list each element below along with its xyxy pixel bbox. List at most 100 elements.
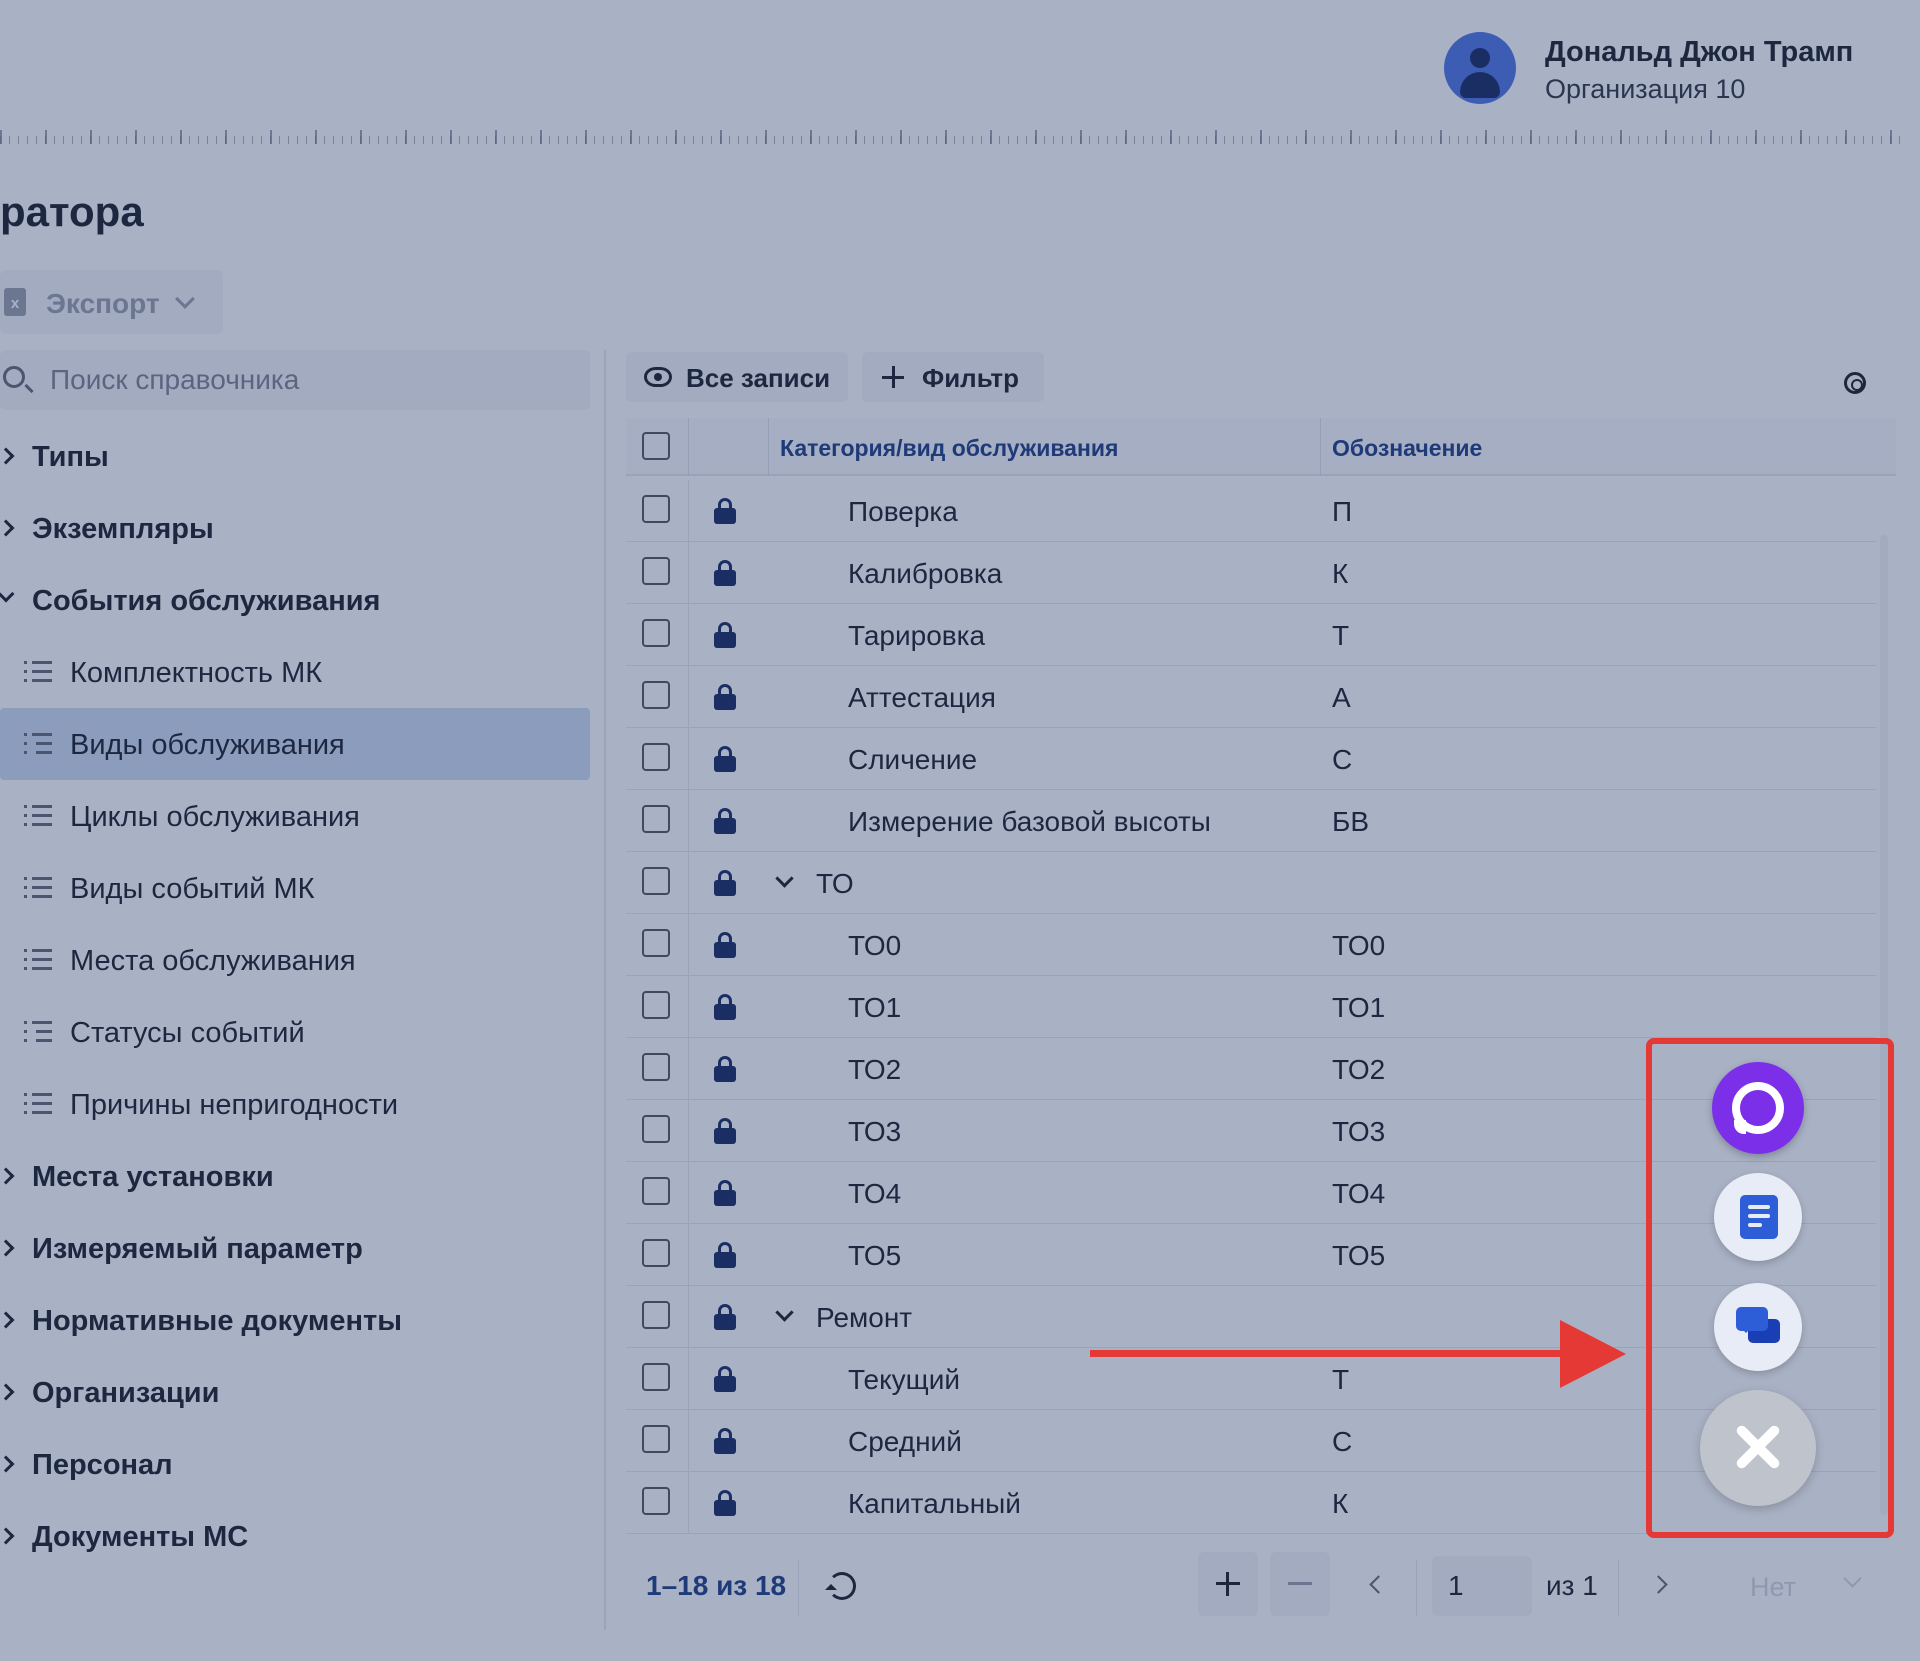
all-records-button[interactable]: Все записи: [626, 352, 848, 402]
sidebar-item-label: События обслуживания: [32, 585, 381, 617]
sidebar-item-label: Виды событий МК: [70, 873, 315, 905]
row-checkbox[interactable]: [642, 991, 670, 1019]
header: Дональд Джон Трамп Организация 10: [0, 0, 1920, 150]
sidebar-item-label: Экземпляры: [32, 513, 214, 545]
row-checkbox[interactable]: [642, 1425, 670, 1453]
row-name: ТО2: [848, 1054, 902, 1085]
row-checkbox[interactable]: [642, 1115, 670, 1143]
table-row[interactable]: Аттестация А: [626, 666, 1876, 728]
column-header-category[interactable]: Категория/вид обслуживания: [780, 435, 1118, 462]
chat-button[interactable]: [1714, 1283, 1802, 1371]
row-checkbox[interactable]: [642, 681, 670, 709]
sidebar-item-mk-completeness[interactable]: Комплектность МК: [0, 636, 590, 708]
sidebar-item-mk-event-types[interactable]: Виды событий МК: [0, 852, 590, 924]
add-filter-button[interactable]: Фильтр: [862, 352, 1044, 402]
close-menu-button[interactable]: [1700, 1390, 1816, 1506]
chevron-down-icon[interactable]: [775, 869, 794, 888]
row-checkbox[interactable]: [642, 867, 670, 895]
chevron-right-icon: [0, 1311, 15, 1329]
table-row[interactable]: Тарировка Т: [626, 604, 1876, 666]
row-code: К: [1332, 1488, 1349, 1519]
lock-icon: [714, 1118, 736, 1144]
chevron-down-icon[interactable]: [775, 1303, 794, 1322]
refresh-icon[interactable]: [825, 1572, 856, 1600]
max-messenger-button[interactable]: [1712, 1062, 1804, 1154]
row-checkbox[interactable]: [642, 1363, 670, 1391]
row-checkbox[interactable]: [642, 1239, 670, 1267]
row-checkbox[interactable]: [642, 1177, 670, 1205]
row-checkbox[interactable]: [642, 1301, 670, 1329]
row-name: Сличение: [848, 744, 978, 775]
chevron-left-icon[interactable]: [1369, 1575, 1388, 1594]
table-row-group[interactable]: ТО: [626, 852, 1876, 914]
row-code: А: [1332, 682, 1351, 713]
list-icon: [24, 805, 52, 827]
header-ruler: [0, 124, 1900, 144]
row-name: ТО5: [848, 1240, 902, 1271]
row-name: Текущий: [848, 1364, 960, 1395]
user-name: Дональд Джон Трамп: [1545, 36, 1854, 68]
sidebar-item-label: Комплектность МК: [70, 657, 323, 689]
row-name: ТО: [816, 868, 854, 899]
row-checkbox[interactable]: [642, 495, 670, 523]
row-code: ТО3: [1332, 1116, 1386, 1147]
sidebar-item-types[interactable]: Типы: [0, 420, 590, 492]
page-number-input[interactable]: [1432, 1556, 1532, 1616]
row-checkbox[interactable]: [642, 805, 670, 833]
page-size-select[interactable]: Нет: [1736, 1556, 1886, 1616]
chevron-down-icon: [0, 585, 15, 603]
table-row[interactable]: Измерение базовой высоты БВ: [626, 790, 1876, 852]
collapse-all-button[interactable]: [1270, 1552, 1330, 1616]
table-row[interactable]: Калибровка К: [626, 542, 1876, 604]
sidebar-item-personnel[interactable]: Персонал: [0, 1428, 590, 1500]
row-name: ТО1: [848, 992, 902, 1023]
table-row[interactable]: ТО0 ТО0: [626, 914, 1876, 976]
table-row[interactable]: ТО1 ТО1: [626, 976, 1876, 1038]
sidebar-item-install-places[interactable]: Места установки: [0, 1140, 590, 1212]
search-input[interactable]: [50, 360, 570, 400]
row-name: Капитальный: [848, 1488, 1021, 1519]
table-row[interactable]: Сличение С: [626, 728, 1876, 790]
sidebar-item-service-places[interactable]: Места обслуживания: [0, 924, 590, 996]
chevron-right-icon: [0, 1527, 15, 1545]
user-organization: Организация 10: [1545, 74, 1746, 104]
sidebar-item-service-events[interactable]: События обслуживания: [0, 564, 590, 636]
expand-all-button[interactable]: [1198, 1552, 1258, 1616]
row-checkbox[interactable]: [642, 557, 670, 585]
lock-icon: [714, 994, 736, 1020]
select-all-checkbox[interactable]: [642, 432, 670, 460]
lock-icon: [714, 1428, 736, 1454]
chevron-right-icon: [0, 1167, 15, 1185]
row-code: П: [1332, 496, 1353, 527]
sidebar-item-label: Виды обслуживания: [70, 729, 345, 761]
table-row[interactable]: Поверка П: [626, 480, 1876, 542]
sidebar-item-measured-param[interactable]: Измеряемый параметр: [0, 1212, 590, 1284]
row-code: ТО2: [1332, 1054, 1386, 1085]
gear-icon[interactable]: [1844, 372, 1866, 394]
user-avatar[interactable]: [1444, 32, 1516, 104]
row-checkbox[interactable]: [642, 929, 670, 957]
list-icon: [24, 661, 52, 683]
sidebar-item-label: Измеряемый параметр: [32, 1233, 363, 1265]
export-button[interactable]: x Экспорт: [0, 270, 223, 334]
lock-icon: [714, 684, 736, 710]
row-checkbox[interactable]: [642, 619, 670, 647]
row-checkbox[interactable]: [642, 1487, 670, 1515]
chevron-right-icon[interactable]: [1649, 1575, 1668, 1594]
sidebar-item-service-cycles[interactable]: Циклы обслуживания: [0, 780, 590, 852]
documentation-button[interactable]: [1714, 1173, 1802, 1261]
row-checkbox[interactable]: [642, 1053, 670, 1081]
lock-icon: [714, 1304, 736, 1330]
lock-icon: [714, 560, 736, 586]
sidebar-item-instances[interactable]: Экземпляры: [0, 492, 590, 564]
row-checkbox[interactable]: [642, 743, 670, 771]
sidebar-item-unfitness-reasons[interactable]: Причины непригодности: [0, 1068, 590, 1140]
sidebar-item-organizations[interactable]: Организации: [0, 1356, 590, 1428]
sidebar-item-event-statuses[interactable]: Статусы событий: [0, 996, 590, 1068]
column-header-code[interactable]: Обозначение: [1332, 435, 1482, 462]
row-name: ТО4: [848, 1178, 902, 1209]
sidebar-item-label: Типы: [32, 441, 109, 473]
sidebar-item-normative-docs[interactable]: Нормативные документы: [0, 1284, 590, 1356]
sidebar-item-service-types[interactable]: Виды обслуживания: [0, 708, 590, 780]
sidebar-item-ms-documents[interactable]: Документы МС: [0, 1500, 590, 1572]
